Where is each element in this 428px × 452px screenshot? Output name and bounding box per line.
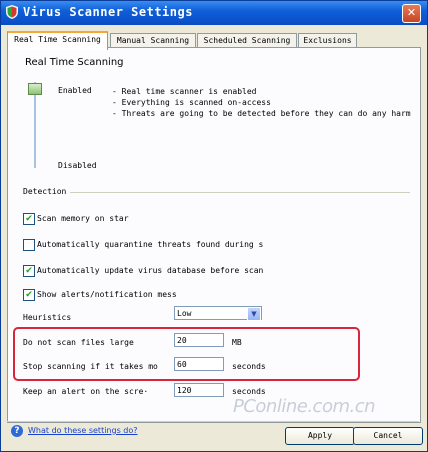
show-alerts-checkbox[interactable]: ✔ — [23, 289, 35, 301]
scan-memory-label: Scan memory on star — [37, 214, 129, 223]
checkmark-icon: ✔ — [25, 266, 33, 276]
help-link[interactable]: What do these settings do? — [28, 426, 138, 435]
show-alerts-label: Show alerts/notification mess — [37, 290, 177, 299]
detection-label: Detection — [23, 187, 67, 196]
description-line: - Threats are going to be detected befor… — [112, 109, 411, 118]
detection-divider — [70, 192, 410, 193]
chevron-down-icon[interactable]: ▼ — [247, 307, 261, 321]
watermark: PConline.com.cn — [233, 396, 376, 417]
alert-screen-input[interactable]: 120 — [174, 383, 224, 397]
auto-quarantine-checkbox[interactable] — [23, 239, 35, 251]
title-bar: Virus Scanner Settings ✕ — [1, 1, 427, 25]
heuristics-value: Low — [177, 309, 192, 318]
tab-exclusions[interactable]: Exclusions — [298, 33, 357, 48]
heuristics-label: Heuristics — [23, 313, 72, 322]
window-title: Virus Scanner Settings — [23, 5, 193, 19]
scan-memory-checkbox[interactable]: ✔ — [23, 213, 35, 225]
tab-real-time-scanning[interactable]: Real Time Scanning — [7, 31, 108, 50]
alert-screen-label: Keep an alert on the scre· — [23, 387, 149, 396]
disabled-label: Disabled — [58, 161, 97, 170]
alert-screen-unit: seconds — [232, 387, 266, 396]
footer-divider — [7, 421, 419, 422]
heuristics-dropdown[interactable]: Low ▼ — [174, 306, 262, 321]
description-line: - Everything is scanned on-access — [112, 98, 271, 107]
auto-quarantine-label: Automatically quarantine threats found d… — [37, 240, 264, 249]
checkmark-icon: ✔ — [25, 214, 33, 224]
checkmark-icon: ✔ — [25, 290, 33, 300]
tab-manual-scanning[interactable]: Manual Scanning — [110, 33, 196, 48]
apply-button[interactable]: Apply — [285, 427, 355, 445]
protection-slider-handle[interactable] — [28, 83, 42, 95]
auto-update-label: Automatically update virus database befo… — [37, 266, 264, 275]
status-description: - Real time scanner is enabled - Everyth… — [112, 86, 412, 119]
section-heading: Real Time Scanning — [25, 57, 124, 68]
settings-window: Virus Scanner Settings ✕ Real Time Scann… — [0, 0, 428, 452]
description-line: - Real time scanner is enabled — [112, 87, 257, 96]
tab-scheduled-scanning[interactable]: Scheduled Scanning — [197, 33, 297, 48]
help-icon[interactable]: ? — [11, 425, 23, 437]
highlight-annotation — [13, 327, 360, 381]
auto-update-checkbox[interactable]: ✔ — [23, 265, 35, 277]
close-button[interactable]: ✕ — [402, 4, 421, 23]
enabled-label: Enabled — [58, 86, 92, 95]
shield-icon — [6, 5, 18, 19]
close-icon: ✕ — [406, 6, 417, 19]
cancel-button[interactable]: Cancel — [353, 427, 423, 445]
